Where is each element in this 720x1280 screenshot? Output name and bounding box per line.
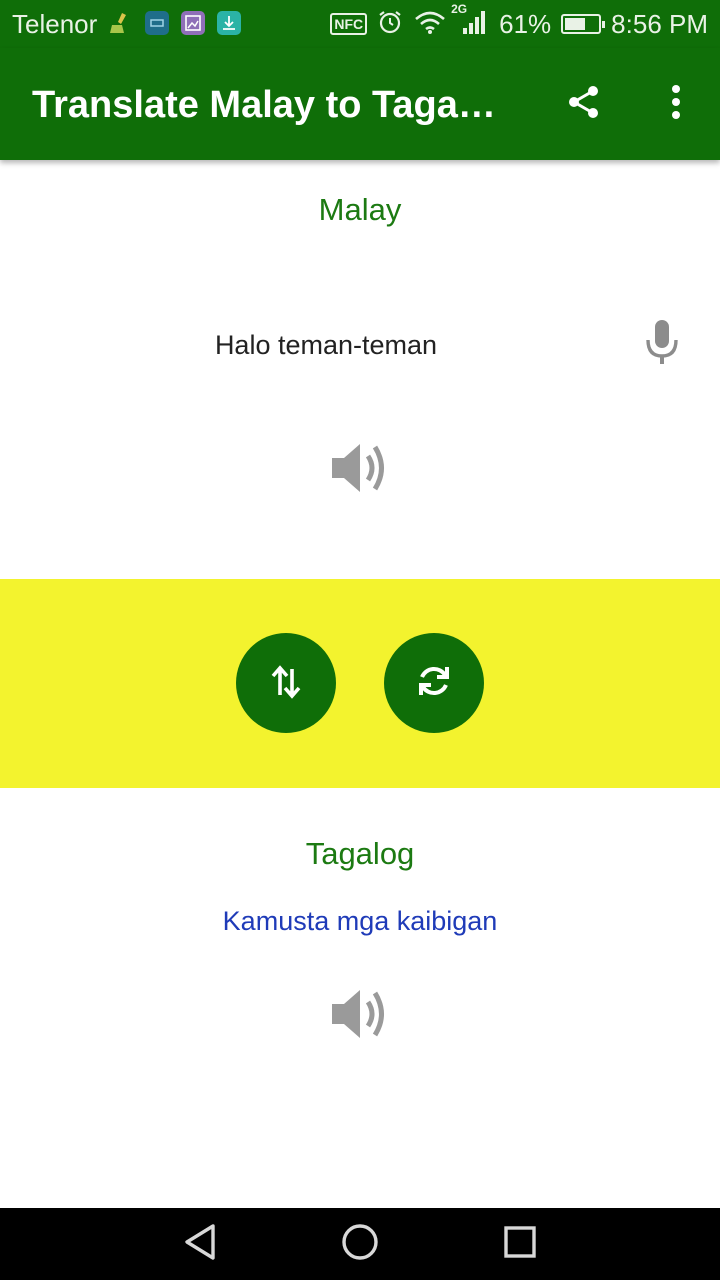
refresh-translate-icon — [414, 661, 454, 706]
toolbar-title: Translate Malay to Tagal… — [32, 84, 502, 126]
battery-icon — [561, 14, 606, 34]
translated-text: Kamusta mga kaibigan — [222, 906, 498, 936]
broom-notification-icon — [108, 11, 132, 35]
target-speak-button[interactable] — [322, 982, 398, 1050]
battery-fill — [565, 18, 586, 30]
status-bar: Telenor NFC 2G 61% 8:56 PM — [0, 0, 720, 48]
home-icon — [340, 1222, 380, 1267]
home-button[interactable] — [340, 1222, 380, 1267]
translate-refresh-button[interactable] — [384, 633, 484, 733]
microphone-button[interactable] — [636, 318, 688, 370]
target-language-label[interactable]: Tagalog — [0, 836, 720, 872]
back-button[interactable] — [180, 1222, 220, 1267]
back-icon — [182, 1222, 218, 1267]
status-indicators: NFC 2G 61% 8:56 PM — [330, 0, 708, 48]
system-navigation-bar — [0, 1208, 720, 1280]
swap-languages-button[interactable] — [236, 633, 336, 733]
nfc-icon: NFC — [330, 13, 368, 35]
recents-button[interactable] — [500, 1224, 540, 1264]
wifi-icon — [413, 9, 447, 40]
source-text-input[interactable]: Halo teman-teman — [0, 330, 652, 361]
source-language-label[interactable]: Malay — [0, 192, 720, 228]
network-type: 2G — [451, 1, 468, 16]
app-notification-icon — [145, 11, 169, 35]
app-screen: Telenor NFC 2G 61% 8:56 PM Translate Mal… — [0, 0, 720, 1280]
share-button[interactable] — [556, 76, 612, 132]
alarm-icon — [377, 9, 403, 40]
clock: 8:56 PM — [611, 8, 708, 39]
microphone-icon — [644, 318, 680, 371]
app-toolbar: Translate Malay to Tagal… — [0, 48, 720, 160]
image-notification-icon — [181, 11, 205, 35]
signal-icon: 2G — [451, 2, 489, 41]
carrier-name: Telenor — [12, 9, 98, 39]
more-options-button[interactable] — [648, 76, 704, 132]
download-notification-icon — [217, 11, 241, 35]
source-speak-button[interactable] — [322, 436, 398, 504]
speaker-icon — [328, 438, 392, 503]
share-icon — [564, 82, 604, 127]
swap-languages-icon — [268, 661, 304, 706]
battery-percent: 61% — [499, 8, 552, 39]
speaker-icon — [328, 984, 392, 1049]
more-vert-icon — [670, 84, 682, 125]
action-panel — [0, 579, 720, 788]
recents-icon — [502, 1224, 538, 1265]
